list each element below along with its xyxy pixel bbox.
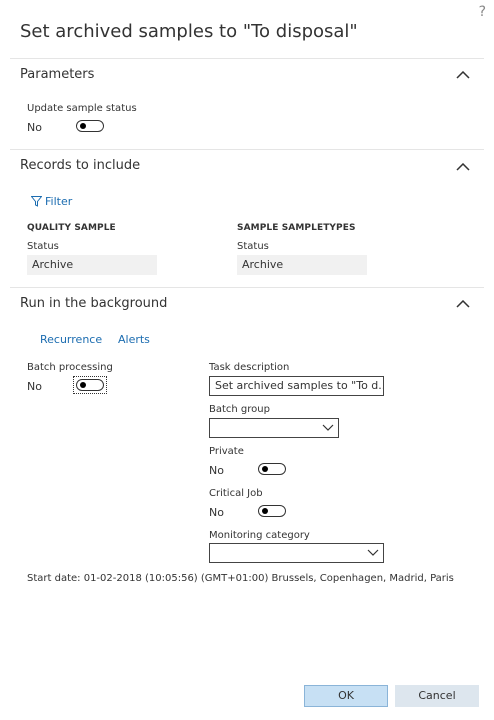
toggle-knob (80, 382, 86, 388)
sample-sampletypes-header: SAMPLE SAMPLETYPES (237, 223, 356, 233)
task-description-input[interactable]: Set archived samples to "To d... (209, 376, 384, 396)
alerts-link[interactable]: Alerts (118, 333, 150, 346)
batch-processing-label: Batch processing (27, 362, 113, 373)
batch-group-label: Batch group (209, 404, 270, 415)
toggle-knob (80, 123, 86, 129)
quality-sample-status-field: Archive (27, 255, 157, 275)
monitoring-category-dropdown[interactable] (209, 543, 384, 563)
update-sample-status-toggle[interactable] (76, 120, 104, 132)
start-date-text: Start date: 01-02-2018 (10:05:56) (GMT+0… (27, 573, 454, 584)
chevron-down-icon (322, 424, 334, 431)
batch-group-dropdown[interactable] (209, 418, 339, 438)
chevron-up-icon[interactable] (456, 300, 470, 308)
critical-job-label: Critical Job (209, 488, 263, 499)
sample-sampletypes-status-label: Status (237, 241, 269, 252)
batch-processing-value: No (27, 380, 42, 393)
critical-job-value: No (209, 506, 224, 519)
filter-icon (31, 196, 42, 207)
help-icon[interactable]: ? (479, 4, 486, 20)
filter-button[interactable]: Filter (31, 195, 72, 208)
divider (10, 149, 484, 150)
private-label: Private (209, 446, 244, 457)
update-sample-status-value: No (27, 121, 42, 134)
ok-button[interactable]: OK (304, 685, 388, 707)
private-value: No (209, 464, 224, 477)
cancel-button[interactable]: Cancel (395, 685, 479, 707)
dialog-title: Set archived samples to "To disposal" (20, 21, 358, 42)
filter-label: Filter (45, 195, 73, 208)
quality-sample-status-label: Status (27, 241, 59, 252)
section-background-header[interactable]: Run in the background (20, 296, 167, 311)
sample-sampletypes-status-field: Archive (237, 255, 367, 275)
chevron-up-icon[interactable] (456, 71, 470, 79)
critical-job-toggle[interactable] (258, 505, 286, 517)
toggle-knob (262, 508, 268, 514)
toggle-knob (262, 466, 268, 472)
batch-processing-toggle[interactable] (76, 379, 104, 391)
chevron-down-icon (367, 549, 379, 556)
update-sample-status-label: Update sample status (27, 103, 137, 114)
chevron-up-icon[interactable] (456, 163, 470, 171)
recurrence-link[interactable]: Recurrence (40, 333, 102, 346)
section-records-header[interactable]: Records to include (20, 158, 140, 173)
monitoring-category-label: Monitoring category (209, 530, 310, 541)
divider (10, 287, 484, 288)
quality-sample-header: QUALITY SAMPLE (27, 223, 116, 233)
divider (10, 58, 484, 59)
section-parameters-header[interactable]: Parameters (20, 67, 94, 82)
batch-processing-focus (73, 376, 107, 394)
task-description-label: Task description (209, 362, 290, 373)
private-toggle[interactable] (258, 463, 286, 475)
